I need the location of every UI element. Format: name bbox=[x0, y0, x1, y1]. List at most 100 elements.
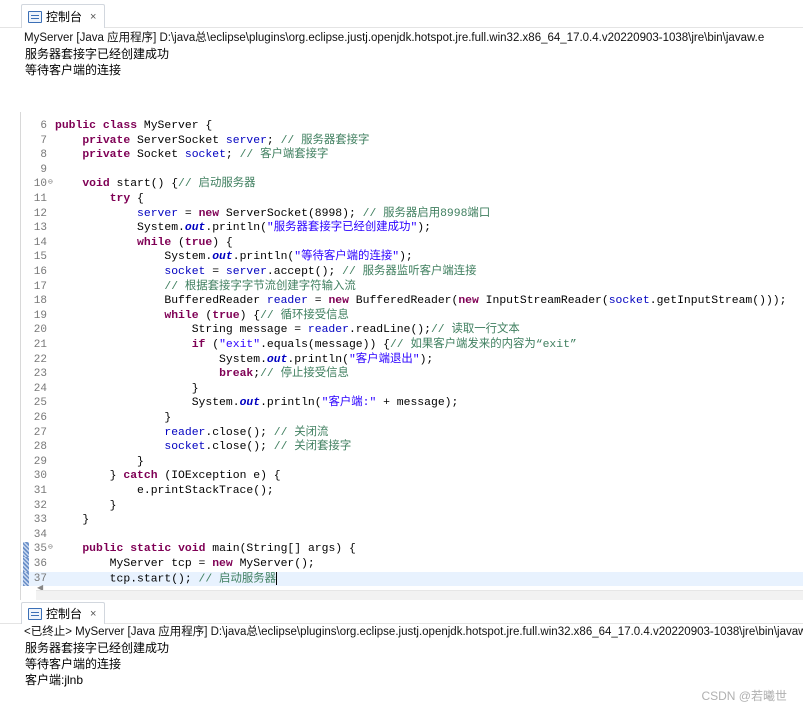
text-caret bbox=[276, 571, 278, 585]
code-text: try { bbox=[109, 193, 144, 205]
code-line[interactable]: 33 } bbox=[21, 513, 803, 528]
console-output-line: 服务器套接字已经创建成功 bbox=[25, 47, 170, 61]
code-text: System.out.println("等待客户端的连接"); bbox=[55, 251, 413, 264]
code-line[interactable]: 27 reader.close(); // 关闭流 bbox=[21, 426, 803, 441]
code-line[interactable]: 26 } bbox=[21, 411, 803, 426]
line-number: 27 bbox=[33, 426, 47, 439]
code-text: socket.close(); // 关闭套接字 bbox=[164, 441, 352, 454]
fold-toggle-icon[interactable]: ⊖ bbox=[48, 541, 53, 556]
console-output-line: 服务器套接字已经创建成功 bbox=[25, 641, 170, 655]
horizontal-scrollbar[interactable] bbox=[36, 590, 803, 600]
code-line[interactable]: 31 e.printStackTrace(); bbox=[21, 484, 803, 499]
console-process-title: <已终止> MyServer [Java 应用程序] D:\java总\ecli… bbox=[24, 626, 803, 638]
code-text: } bbox=[55, 455, 144, 468]
code-line[interactable]: 24 } bbox=[21, 382, 803, 397]
console-output-line: 客户端:jlnb bbox=[25, 673, 84, 687]
console-output-line: 等待客户端的连接 bbox=[25, 63, 122, 77]
line-number: 30 bbox=[33, 470, 47, 483]
code-line[interactable]: 7 private ServerSocket server; // 服务器套接字 bbox=[21, 134, 803, 149]
code-text: } bbox=[55, 382, 199, 395]
code-text: public static void main(String[] args) { bbox=[82, 543, 356, 556]
line-number: 34 bbox=[33, 528, 47, 541]
code-text: } bbox=[55, 514, 90, 527]
code-text: System.out.println("客户端:" + message); bbox=[55, 397, 459, 410]
line-number: 21 bbox=[33, 339, 47, 351]
code-line[interactable]: 6 public class MyServer { bbox=[21, 119, 803, 134]
code-line[interactable]: 9 bbox=[21, 163, 803, 178]
console-panel-top: 控制台 × MyServer [Java 应用程序] D:\java总\ecli… bbox=[0, 0, 803, 92]
code-text: BufferedReader reader = new BufferedRead… bbox=[55, 295, 787, 308]
console-panel-bottom: 控制台 × <已终止> MyServer [Java 应用程序] D:\java… bbox=[0, 601, 803, 712]
line-number: 15 bbox=[33, 251, 47, 264]
line-number: 32 bbox=[33, 499, 47, 512]
code-line[interactable]: 10 ⊖ void start() {// 启动服务器 bbox=[21, 177, 803, 192]
line-number: 31 bbox=[33, 485, 47, 497]
code-text: // 根据套接字字节流创建字符输入流 bbox=[164, 280, 356, 293]
console-tabbar: 控制台 × bbox=[0, 601, 803, 624]
line-number: 8 bbox=[40, 149, 47, 162]
code-text: } bbox=[55, 499, 117, 512]
code-text: break;// 停止接受信息 bbox=[219, 368, 349, 381]
code-text: void start() {// 启动服务器 bbox=[82, 178, 256, 191]
code-line[interactable]: 12 server = new ServerSocket(8998); // 服… bbox=[21, 207, 803, 222]
code-text: MyServer tcp = new MyServer(); bbox=[55, 558, 315, 570]
line-number: 10 bbox=[33, 178, 47, 191]
line-number: 23 bbox=[33, 368, 47, 381]
watermark: CSDN @若曦世 bbox=[701, 689, 787, 703]
code-line[interactable]: 14 while (true) { bbox=[21, 236, 803, 251]
line-number: 26 bbox=[33, 412, 47, 424]
line-number: 28 bbox=[33, 441, 47, 454]
line-number: 7 bbox=[40, 134, 47, 147]
code-line[interactable]: 17 // 根据套接字字节流创建字符输入流 bbox=[21, 280, 803, 295]
console-icon bbox=[28, 10, 42, 23]
line-number: 35 bbox=[33, 543, 47, 556]
code-line[interactable]: 19 while (true) {// 循环接受信息 bbox=[21, 309, 803, 324]
line-number: 6 bbox=[40, 120, 47, 132]
code-text: while (true) { bbox=[137, 236, 233, 249]
tab-label: 控制台 bbox=[46, 607, 83, 621]
close-icon[interactable]: × bbox=[90, 11, 96, 23]
console-process-title: MyServer [Java 应用程序] D:\java总\eclipse\pl… bbox=[24, 32, 765, 44]
code-line[interactable]: 36 MyServer tcp = new MyServer(); bbox=[21, 557, 803, 572]
line-number: 12 bbox=[33, 207, 47, 220]
code-line[interactable]: 21 if ("exit".equals(message)) {// 如果客户端… bbox=[21, 338, 803, 353]
code-editor[interactable]: 6 public class MyServer { 7 private Server… bbox=[20, 112, 803, 600]
console-icon bbox=[28, 607, 42, 620]
console-output-line: 等待客户端的连接 bbox=[25, 657, 122, 671]
code-text: private Socket socket; // 客户端套接字 bbox=[82, 149, 329, 162]
code-line[interactable]: 34 bbox=[21, 528, 803, 543]
code-text: while (true) {// 循环接受信息 bbox=[164, 309, 349, 322]
line-number: 14 bbox=[33, 236, 47, 249]
line-number: 20 bbox=[33, 324, 47, 337]
line-number: 9 bbox=[40, 163, 47, 176]
code-line[interactable]: 16 socket = server.accept(); // 服务器监听客户端… bbox=[21, 265, 803, 280]
tab-console[interactable]: 控制台 × bbox=[21, 602, 106, 624]
close-icon[interactable]: × bbox=[90, 608, 96, 620]
code-line[interactable]: 8 private Socket socket; // 客户端套接字 bbox=[21, 148, 803, 163]
code-line[interactable]: 11 try { bbox=[21, 192, 803, 207]
code-line[interactable]: 15 System.out.println("等待客户端的连接"); bbox=[21, 250, 803, 265]
code-line[interactable]: 13 System.out.println("服务器套接字已经创建成功"); bbox=[21, 221, 803, 236]
code-line[interactable]: 30 } catch (IOException e) { bbox=[21, 469, 803, 484]
line-number: 17 bbox=[33, 280, 47, 293]
code-text: if ("exit".equals(message)) {// 如果客户端发来的… bbox=[191, 339, 577, 351]
code-line[interactable]: 29 } bbox=[21, 455, 803, 470]
line-number: 36 bbox=[33, 558, 47, 570]
code-text: } bbox=[55, 412, 172, 424]
code-line[interactable]: 20 String message = reader.readLine();//… bbox=[21, 323, 803, 338]
code-line[interactable]: 35 ⊖ public static void main(String[] arg… bbox=[21, 542, 803, 557]
tab-console[interactable]: 控制台 × bbox=[21, 4, 106, 28]
line-number: 11 bbox=[33, 193, 47, 205]
console-tabbar: 控制台 × bbox=[0, 0, 803, 28]
code-line[interactable]: 32 } bbox=[21, 499, 803, 514]
code-text: server = new ServerSocket(8998); // 服务器启… bbox=[137, 207, 491, 220]
code-text: System.out.println("服务器套接字已经创建成功"); bbox=[55, 222, 431, 235]
code-line[interactable]: 28 socket.close(); // 关闭套接字 bbox=[21, 440, 803, 455]
code-line[interactable]: 37 tcp.start(); // 启动服务器 bbox=[21, 571, 803, 587]
code-text: public class MyServer { bbox=[55, 120, 213, 132]
code-line[interactable]: 25 System.out.println("客户端:" + message); bbox=[21, 396, 803, 411]
fold-toggle-icon[interactable]: ⊖ bbox=[48, 176, 53, 191]
code-line[interactable]: 18 BufferedReader reader = new BufferedR… bbox=[21, 294, 803, 309]
code-line[interactable]: 23 break;// 停止接受信息 bbox=[21, 367, 803, 382]
code-line[interactable]: 22 System.out.println("客户端退出"); bbox=[21, 353, 803, 368]
